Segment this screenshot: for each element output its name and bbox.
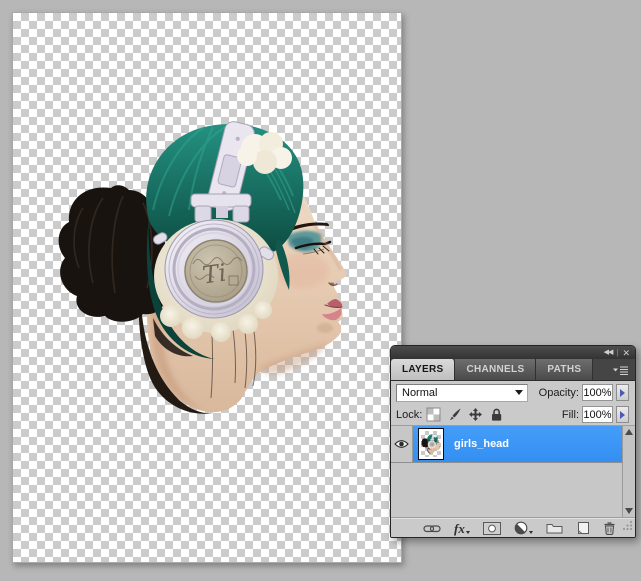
fill-label: Fill: [562, 409, 579, 421]
opacity-slider-button[interactable] [616, 384, 629, 401]
girls-head-image: Ti [53, 118, 353, 423]
blend-mode-select[interactable]: Normal [396, 384, 528, 402]
tab-channels[interactable]: CHANNELS [455, 359, 536, 380]
resize-grip-icon [622, 520, 633, 531]
link-layers-button[interactable] [423, 523, 441, 534]
fill-input[interactable]: 100% [582, 406, 613, 423]
layer-thumbnail-art [421, 431, 441, 457]
adjustment-layer-icon [514, 521, 528, 535]
lock-transparent-pixels-icon[interactable] [426, 407, 441, 422]
panel-tab-bar: LAYERS CHANNELS PATHS [391, 359, 635, 381]
lock-image-pixels-icon[interactable] [447, 407, 462, 422]
panel-body: Normal Opacity: 100% Lock: [391, 381, 635, 538]
lock-all-icon[interactable] [489, 407, 504, 422]
layers-panel: ◀◀ | ✕ LAYERS CHANNELS PATHS Normal Opac… [390, 345, 636, 538]
folder-icon [546, 522, 563, 534]
trash-icon [603, 521, 616, 535]
fill-slider-button[interactable] [616, 406, 629, 423]
layer-visibility-toggle[interactable] [391, 426, 413, 462]
new-layer-icon [576, 521, 590, 535]
adjustment-layer-button[interactable] [514, 521, 533, 535]
tab-bar-spacer [593, 359, 635, 380]
arrow-down-icon [625, 508, 633, 514]
arrow-right-icon [620, 389, 625, 397]
lock-position-icon[interactable] [468, 407, 483, 422]
layer-mask-icon [483, 522, 501, 535]
layers-list: girls_head [391, 426, 635, 517]
layer-style-button[interactable]: fx [454, 522, 470, 535]
document-canvas[interactable]: Ti [12, 12, 402, 563]
link-icon [423, 523, 441, 534]
scroll-down-button[interactable] [625, 508, 633, 514]
lock-label: Lock: [396, 409, 422, 421]
collapse-to-icons-button[interactable]: ◀◀ [604, 348, 613, 358]
panel-chrome-bar: ◀◀ | ✕ [391, 346, 635, 359]
chrome-divider: | [616, 348, 618, 358]
add-layer-mask-button[interactable] [483, 522, 501, 535]
opacity-input[interactable]: 100% [582, 384, 613, 401]
tab-layers[interactable]: LAYERS [391, 359, 455, 380]
opacity-label: Opacity: [539, 387, 579, 399]
arrow-right-icon [620, 411, 625, 419]
layer-thumbnail[interactable] [418, 428, 444, 460]
arrow-up-icon [625, 429, 633, 435]
panel-resize-grip[interactable] [622, 518, 633, 536]
delete-layer-button[interactable] [603, 521, 616, 535]
panel-footer-bar: fx [391, 517, 635, 538]
new-group-button[interactable] [546, 522, 563, 534]
eye-icon [394, 439, 409, 449]
panel-menu-icon[interactable] [612, 364, 629, 376]
chevron-down-icon [515, 390, 523, 395]
lock-buttons [426, 407, 504, 422]
scroll-up-button[interactable] [625, 429, 633, 435]
layers-scrollbar[interactable] [622, 426, 635, 517]
tab-paths[interactable]: PATHS [536, 359, 593, 380]
new-layer-button[interactable] [576, 521, 590, 535]
blend-mode-value: Normal [402, 387, 437, 399]
fx-icon: fx [454, 522, 465, 535]
caret-down-icon [466, 531, 470, 534]
headphone-logo-text: Ti [201, 259, 228, 290]
layer-name[interactable]: girls_head [454, 438, 509, 450]
caret-down-icon [529, 531, 533, 534]
layer-row-girls-head[interactable]: girls_head [391, 426, 622, 463]
close-panel-button[interactable]: ✕ [622, 348, 630, 358]
